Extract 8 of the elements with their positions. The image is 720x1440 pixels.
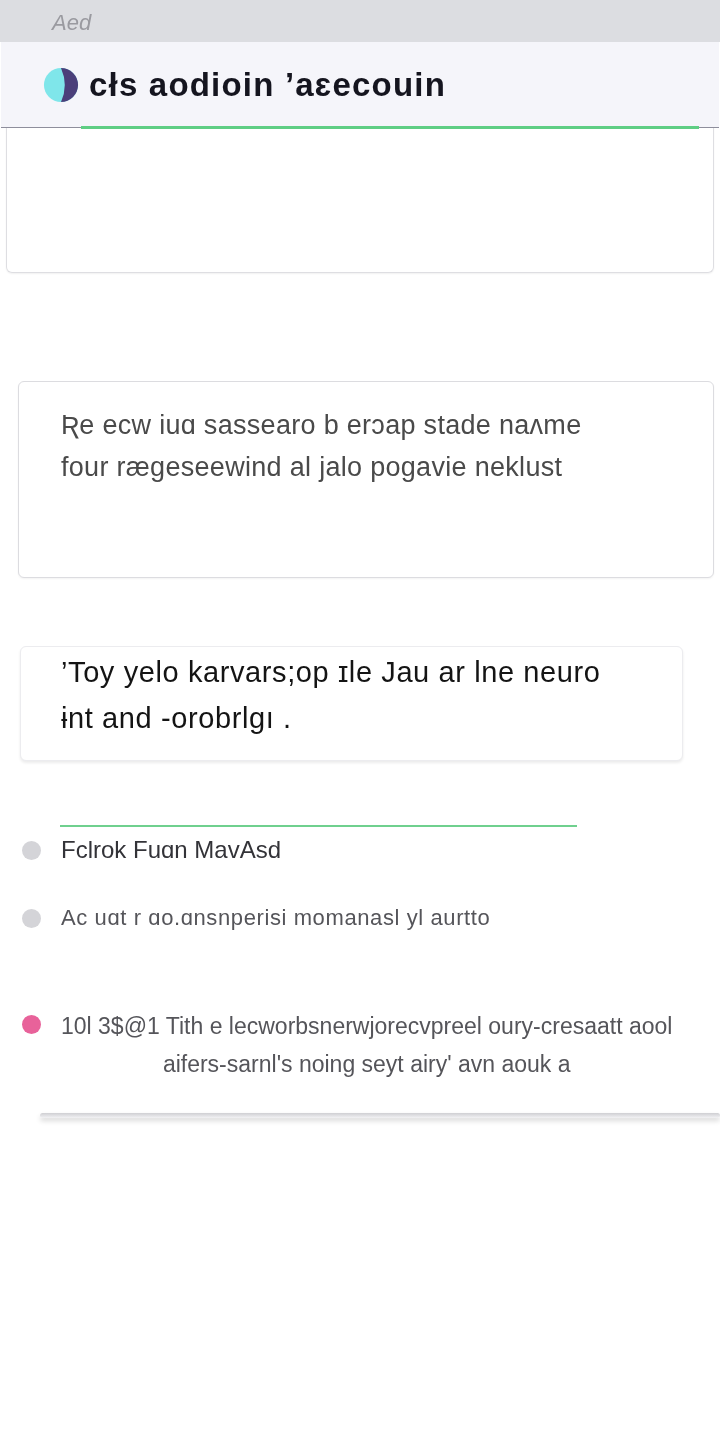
half-disc-icon: [43, 66, 79, 103]
card-text: ’Toy yelo karvars;op ɪle Jau ar lne neuro ɨnt and ‑orobrlgı .: [61, 655, 601, 736]
list-item-text: Ac uɑt r ɑo.ɑnsnperisi momanasl yl aurtto: [61, 904, 491, 932]
list-item-text: Fclrok Fuɑn MavAsd: [61, 835, 282, 865]
list-item-text: 10l 3$@1 Tith e lecworbsnerwjorecvpreel oury-cresaatt aool aifers-sarnl's noing seyt airy' avn aouk a: [61, 1012, 673, 1079]
top-bar-title: Aed: [52, 12, 92, 34]
panel-title: cłs aodioin ’aɛecouin: [89, 65, 446, 104]
card-text: Ʀe ecw iuɑ sassearo b erɔap stade naʌme four rægeseewind al jalo pogavie neklust: [61, 409, 582, 484]
